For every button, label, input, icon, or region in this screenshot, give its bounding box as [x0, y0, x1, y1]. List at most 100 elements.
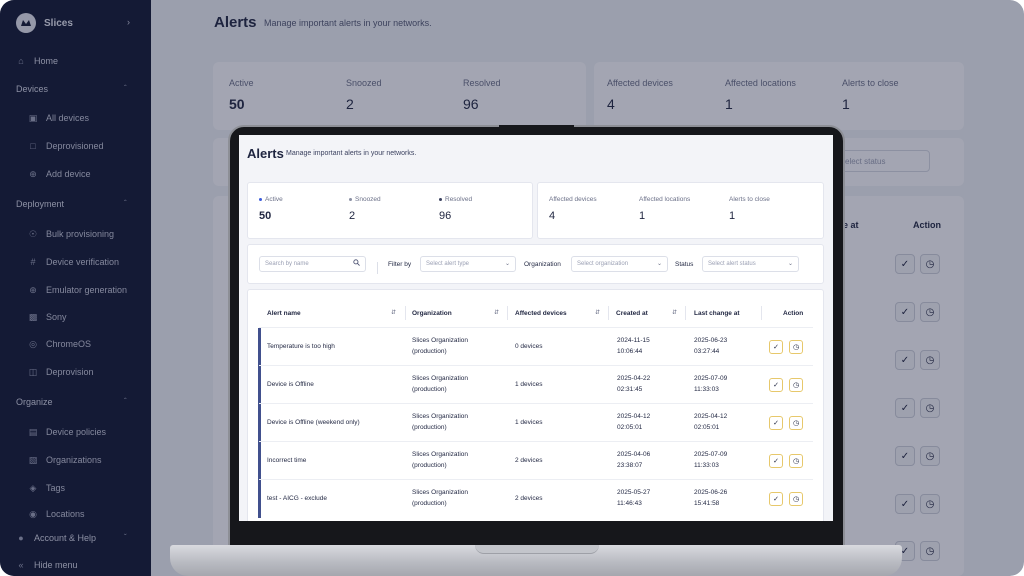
- row-accent: [258, 328, 261, 366]
- alert-type-select[interactable]: Select alert type ⌄: [420, 256, 516, 272]
- laptop-screen: Alerts Manage important alerts in your n…: [239, 135, 833, 521]
- sort-icon[interactable]: ⇵: [672, 309, 677, 316]
- search-placeholder: Search by name: [265, 261, 309, 267]
- created-time: 02:05:01: [617, 424, 643, 431]
- active-dot-icon: [259, 198, 262, 201]
- organization-name: Slices Organization: [412, 451, 468, 458]
- stat-label-alerts-to-close: Alerts to close: [729, 196, 770, 203]
- stat-label-affected-devices: Affected devices: [549, 196, 597, 203]
- organization-name: Slices Organization: [412, 413, 468, 420]
- alert-name: Temperature is too high: [267, 343, 335, 350]
- row-accent: [258, 366, 261, 404]
- snooze-button[interactable]: ◷: [789, 454, 803, 468]
- clock-icon: ◷: [792, 496, 800, 503]
- alert-name: test - AICG - exclude: [267, 495, 327, 502]
- clock-icon: ◷: [792, 382, 800, 389]
- created-date: 2025-04-06: [617, 451, 651, 458]
- filter-divider: [377, 262, 378, 274]
- chevron-down-icon: ⌄: [504, 261, 510, 267]
- stat-value-resolved: 96: [439, 210, 452, 222]
- affected-devices: 1 devices: [515, 419, 543, 426]
- table-row[interactable]: test - AICG - exclude Slices Organizatio…: [258, 479, 813, 518]
- alert-name: Device is Offline: [267, 381, 314, 388]
- affected-stats-card: [537, 182, 824, 239]
- resolve-button[interactable]: ✓: [769, 492, 783, 506]
- clock-icon: ◷: [792, 420, 800, 427]
- stats-card: [247, 182, 533, 239]
- organization-env: (production): [412, 386, 447, 393]
- alert-type-placeholder: Select alert type: [426, 261, 470, 267]
- snooze-button[interactable]: ◷: [789, 378, 803, 392]
- changed-date: 2025-07-09: [694, 451, 728, 458]
- table-row[interactable]: Device is Offline (weekend only) Slices …: [258, 403, 813, 442]
- stat-resolved[interactable]: Resolved: [439, 196, 472, 203]
- resolve-button[interactable]: ✓: [769, 454, 783, 468]
- organization-name: Slices Organization: [412, 375, 468, 382]
- check-icon: ✓: [773, 382, 779, 389]
- stat-snoozed[interactable]: Snoozed: [349, 196, 381, 203]
- created-time: 11:46:43: [617, 500, 642, 507]
- sort-icon[interactable]: ⇵: [391, 309, 396, 316]
- stat-label-active: Active: [265, 196, 283, 203]
- organization-name: Slices Organization: [412, 337, 468, 344]
- affected-devices: 0 devices: [515, 343, 543, 350]
- stat-value-active: 50: [259, 210, 272, 222]
- created-time: 23:38:07: [617, 462, 643, 469]
- table-row[interactable]: Incorrect time Slices Organization (prod…: [258, 441, 813, 480]
- column-header-affected-devices[interactable]: Affected devices: [515, 310, 567, 317]
- changed-date: 2025-07-09: [694, 375, 728, 382]
- changed-time: 02:05:01: [694, 424, 720, 431]
- changed-time: 11:33:03: [694, 462, 719, 469]
- table-row[interactable]: Temperature is too high Slices Organizat…: [258, 327, 813, 366]
- column-divider: [405, 306, 406, 320]
- affected-devices: 1 devices: [515, 381, 543, 388]
- row-accent: [258, 404, 261, 442]
- resolve-button[interactable]: ✓: [769, 416, 783, 430]
- status-select[interactable]: Select alert status ⌄: [702, 256, 799, 272]
- changed-time: 15:41:58: [694, 500, 720, 507]
- created-date: 2025-04-12: [617, 413, 651, 420]
- changed-time: 03:27:44: [694, 348, 720, 355]
- organization-select[interactable]: Select organization ⌄: [571, 256, 668, 272]
- column-header-alert-name[interactable]: Alert name: [267, 310, 301, 317]
- snooze-button[interactable]: ◷: [789, 492, 803, 506]
- column-header-organization[interactable]: Organization: [412, 310, 452, 317]
- stat-value-alerts-to-close: 1: [729, 210, 736, 222]
- clock-icon: ◷: [792, 458, 800, 465]
- snooze-button[interactable]: ◷: [789, 416, 803, 430]
- resolve-button[interactable]: ✓: [769, 340, 783, 354]
- stat-value-affected-devices: 4: [549, 210, 556, 222]
- screen-page-title: Alerts: [247, 146, 284, 161]
- check-icon: ✓: [773, 344, 779, 351]
- column-header-created-at[interactable]: Created at: [616, 310, 648, 317]
- table-row[interactable]: Device is Offline Slices Organization (p…: [258, 365, 813, 404]
- search-input[interactable]: Search by name: [259, 256, 366, 272]
- resolve-button[interactable]: ✓: [769, 378, 783, 392]
- sort-icon[interactable]: ⇵: [595, 309, 600, 316]
- changed-date: 2025-06-26: [694, 489, 728, 496]
- created-time: 10:06:44: [617, 348, 643, 355]
- search-icon: [353, 259, 360, 268]
- row-accent: [258, 442, 261, 480]
- clock-icon: ◷: [792, 344, 800, 351]
- stat-label-resolved: Resolved: [445, 196, 473, 203]
- organization-env: (production): [412, 424, 447, 431]
- sort-icon[interactable]: ⇵: [494, 309, 499, 316]
- changed-time: 11:33:03: [694, 386, 719, 393]
- snooze-button[interactable]: ◷: [789, 340, 803, 354]
- organization-env: (production): [412, 348, 447, 355]
- stat-label-affected-locations: Affected locations: [639, 196, 691, 203]
- alert-name: Incorrect time: [267, 457, 307, 464]
- column-divider: [685, 306, 686, 320]
- snoozed-dot-icon: [349, 198, 352, 201]
- created-date: 2025-05-27: [617, 489, 651, 496]
- created-date: 2025-04-22: [617, 375, 651, 382]
- organization-placeholder: Select organization: [577, 261, 629, 267]
- organization-env: (production): [412, 462, 447, 469]
- stat-active[interactable]: Active: [259, 196, 283, 203]
- organization-label: Organization: [524, 261, 561, 268]
- column-divider: [761, 306, 762, 320]
- changed-date: 2025-06-23: [694, 337, 728, 344]
- column-header-last-change-at[interactable]: Last change at: [694, 310, 740, 317]
- row-accent: [258, 480, 261, 518]
